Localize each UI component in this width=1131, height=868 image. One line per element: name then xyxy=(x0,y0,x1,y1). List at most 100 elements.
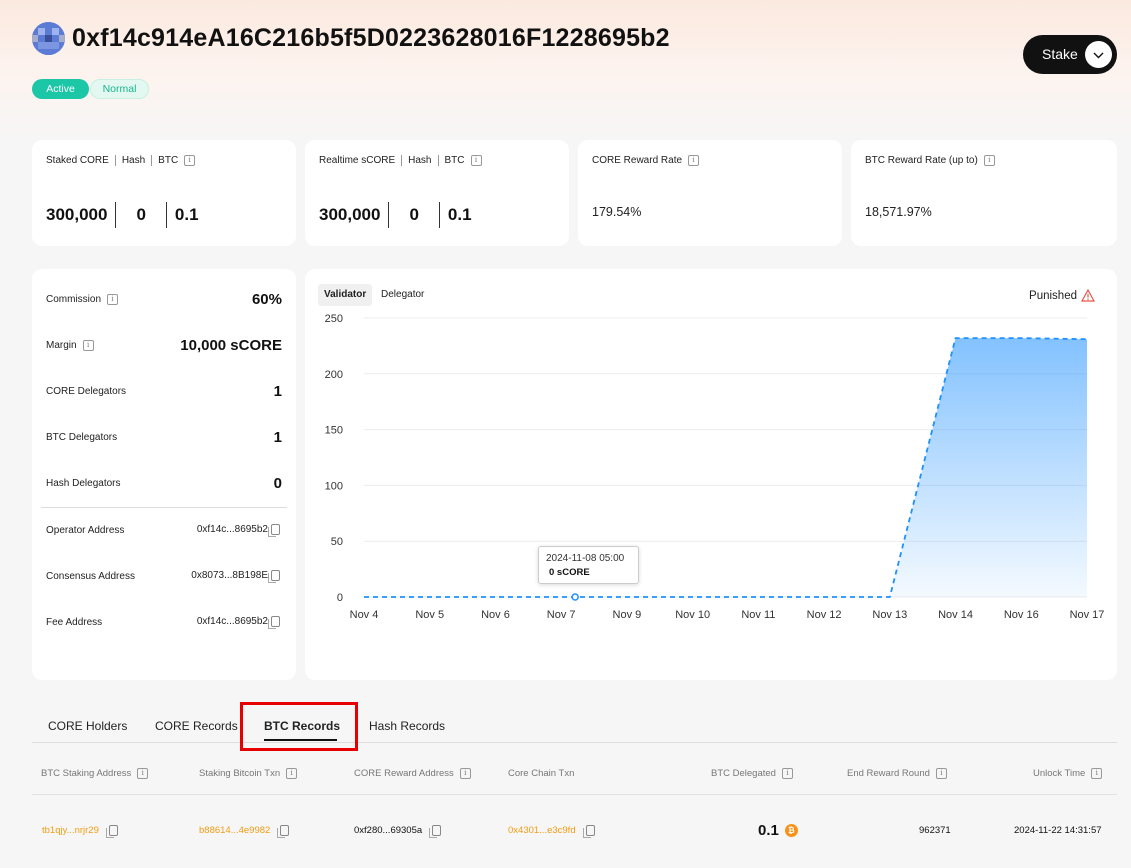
y-tick-label: 200 xyxy=(325,369,343,381)
staked-core-label: Staked CORE xyxy=(46,155,109,166)
chevron-down-icon[interactable] xyxy=(1085,41,1112,68)
info-icon[interactable]: i xyxy=(781,768,793,779)
consensus-address-value[interactable]: 0x8073...8B198E xyxy=(191,570,268,581)
chart-tooltip: 2024-11-08 05:00 0 sCORE xyxy=(538,546,639,584)
info-icon[interactable]: i xyxy=(184,155,196,166)
x-tick-label: Nov 5 xyxy=(415,609,444,621)
tab-core-records[interactable]: CORE Records xyxy=(155,719,238,733)
x-tick-label: Nov 6 xyxy=(481,609,510,621)
staked-hash-value: 0 xyxy=(136,205,146,224)
tab-hash-records[interactable]: Hash Records xyxy=(369,719,445,733)
y-tick-label: 0 xyxy=(337,592,343,604)
btc-reward-rate-value: 18,571.97% xyxy=(865,205,932,219)
x-tick-label: Nov 17 xyxy=(1070,609,1105,621)
x-tick-label: Nov 16 xyxy=(1004,609,1039,621)
th-staking-txn: Staking Bitcoin Txn xyxy=(199,768,281,779)
info-icon[interactable]: i xyxy=(82,340,94,351)
info-icon[interactable]: i xyxy=(459,768,471,779)
x-tick-label: Nov 9 xyxy=(613,609,642,621)
x-tick-label: Nov 12 xyxy=(807,609,842,621)
info-icon[interactable]: i xyxy=(107,294,119,305)
reward-address-value: 0xf280...69305a xyxy=(354,825,423,836)
btc-delegated-value: 0.1 xyxy=(758,822,779,839)
fee-address-label: Fee Address xyxy=(46,617,103,628)
y-tick-label: 250 xyxy=(325,313,343,325)
copy-icon[interactable] xyxy=(268,524,280,537)
status-badge: Active xyxy=(32,79,89,99)
commission-label: Commission xyxy=(46,294,102,305)
x-tick-label: Nov 7 xyxy=(547,609,576,621)
commission-value: 60% xyxy=(251,291,282,308)
btc-reward-card: BTC Reward Rate (up to) i 18,571.97% xyxy=(851,140,1117,246)
info-icon[interactable]: i xyxy=(137,768,149,779)
info-icon[interactable]: i xyxy=(688,155,700,166)
staked-btc-label: BTC xyxy=(158,155,179,166)
tab-core-holders[interactable]: CORE Holders xyxy=(48,719,127,733)
th-staking-address: BTC Staking Address xyxy=(41,768,132,779)
hover-marker xyxy=(571,593,579,601)
staking-address-link[interactable]: tb1qjy...nrjr29 xyxy=(42,825,99,836)
y-tick-label: 150 xyxy=(325,425,343,437)
core-reward-rate-label: CORE Reward Rate xyxy=(592,155,683,166)
x-tick-label: Nov 13 xyxy=(872,609,907,621)
fee-address-value[interactable]: 0xf14c...8695b2 xyxy=(197,616,268,627)
realtime-btc-value: 0.1 xyxy=(447,205,472,224)
end-reward-round-value: 962371 xyxy=(919,825,951,836)
btc-delegators-label: BTC Delegators xyxy=(46,432,118,443)
y-tick-label: 50 xyxy=(331,536,343,548)
info-icon[interactable]: i xyxy=(1091,768,1103,779)
validator-address-title: 0xf14c914eA16C216b5f5D0223628016F1228695… xyxy=(72,24,670,52)
realtime-score-value: 300,000 xyxy=(319,205,381,224)
stake-button-label: Stake xyxy=(1042,46,1078,62)
operator-address-value[interactable]: 0xf14c...8695b2 xyxy=(197,524,268,535)
margin-value: 10,000 sCORE xyxy=(180,337,282,354)
core-delegators-label: CORE Delegators xyxy=(46,386,127,397)
avatar xyxy=(32,22,65,55)
copy-icon[interactable] xyxy=(105,825,118,838)
tooltip-date: 2024-11-08 05:00 xyxy=(546,553,625,564)
info-icon[interactable]: i xyxy=(983,155,995,166)
operator-address-label: Operator Address xyxy=(46,525,125,536)
copy-icon[interactable] xyxy=(429,825,442,838)
divider xyxy=(41,507,287,508)
staked-core-value: 300,000 xyxy=(46,205,108,224)
stake-button[interactable]: Stake xyxy=(1023,35,1117,74)
hash-delegators-label: Hash Delegators xyxy=(46,478,121,489)
tabs-divider xyxy=(32,742,1117,743)
margin-label: Margin xyxy=(46,340,77,351)
info-icon[interactable]: i xyxy=(935,768,947,779)
copy-icon[interactable] xyxy=(268,570,280,583)
tooltip-value: 0 sCORE xyxy=(549,567,590,578)
x-tick-label: Nov 14 xyxy=(938,609,973,621)
core-reward-rate-value: 179.54% xyxy=(592,205,642,219)
core-txn-link[interactable]: 0x4301...e3c9fd xyxy=(508,825,576,836)
realtime-score-label: Realtime sCORE xyxy=(319,155,396,166)
x-tick-label: Nov 10 xyxy=(675,609,710,621)
x-tick-label: Nov 4 xyxy=(350,609,379,621)
staking-txn-link[interactable]: b88614...4e9982 xyxy=(199,825,270,836)
core-reward-card: CORE Reward Rate i 179.54% xyxy=(578,140,842,246)
staked-hash-label: Hash xyxy=(121,155,146,166)
y-tick-label: 100 xyxy=(325,480,343,492)
th-unlock-time: Unlock Time xyxy=(1033,768,1086,779)
staking-chart: 250 200 150 100 50 0 Nov 4 Nov 5 Nov 6 Nov 7 Nov 9… xyxy=(325,313,1105,621)
core-delegators-value: 1 xyxy=(273,383,282,400)
staked-card: Staked CORE Hash BTC i 300,000 0 0.1 xyxy=(32,140,296,246)
info-icon[interactable]: i xyxy=(286,768,298,779)
realtime-hash-value: 0 xyxy=(409,205,419,224)
copy-icon[interactable] xyxy=(277,825,290,838)
series-area xyxy=(364,338,1087,597)
consensus-address-label: Consensus Address xyxy=(46,571,135,582)
th-end-reward-round: End Reward Round xyxy=(847,768,930,779)
realtime-card: Realtime sCORE Hash BTC i 300,000 0 0.1 xyxy=(305,140,569,246)
realtime-btc-label: BTC xyxy=(444,155,465,166)
info-icon[interactable]: i xyxy=(470,155,482,166)
copy-icon[interactable] xyxy=(582,825,595,838)
th-core-chain-txn: Core Chain Txn xyxy=(508,768,575,779)
copy-icon[interactable] xyxy=(268,616,280,629)
btc-reward-rate-label: BTC Reward Rate (up to) xyxy=(865,155,978,166)
staked-btc-value: 0.1 xyxy=(174,205,199,224)
btc-delegators-value: 1 xyxy=(273,429,282,446)
unlock-time-value: 2024-11-22 14:31:57 xyxy=(1014,825,1102,836)
highlight-box xyxy=(240,702,358,751)
